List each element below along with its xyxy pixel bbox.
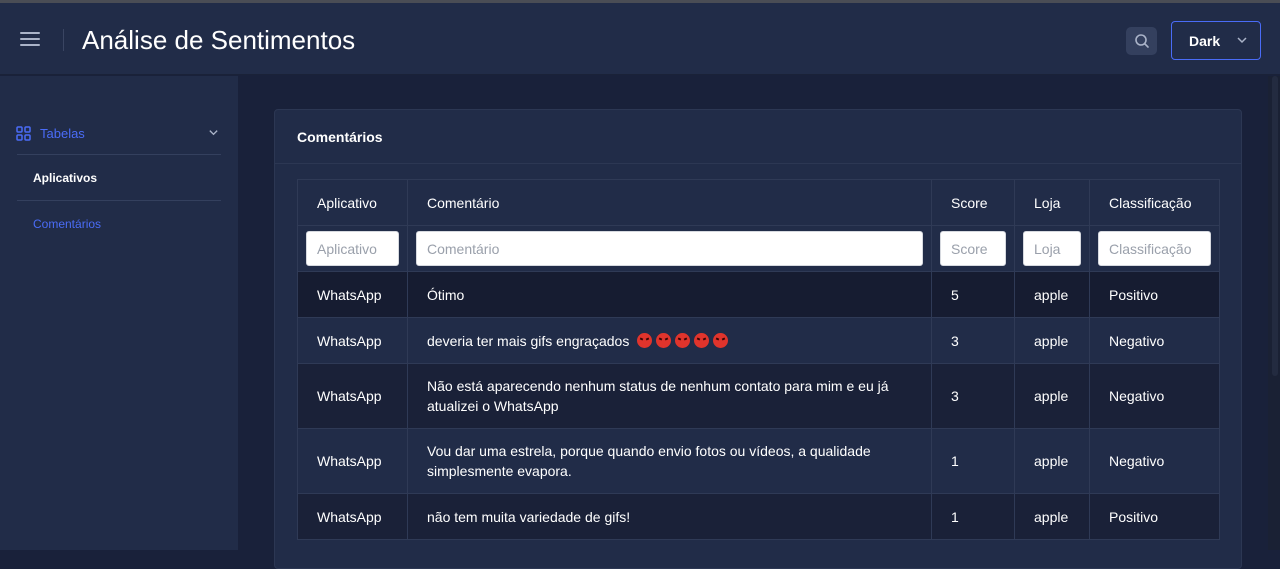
theme-select-value: Dark [1189, 32, 1221, 49]
sidebar-item-aplicativos[interactable]: Aplicativos [33, 171, 97, 185]
page-title: Análise de Sentimentos [82, 25, 356, 55]
cell-class: Negativo [1089, 363, 1220, 429]
table-header-row: Aplicativo Comentário Score Loja Classif… [297, 179, 1220, 226]
chevron-down-icon [1237, 37, 1247, 44]
cell-comment: deveria ter mais gifs engraçados [407, 317, 932, 364]
search-icon [1134, 34, 1149, 48]
cell-class: Positivo [1089, 493, 1220, 540]
angry-face-emoji [675, 332, 691, 348]
column-header-comentario[interactable]: Comentário [407, 179, 932, 226]
angry-face-emoji [656, 332, 672, 348]
cell-comment: Vou dar uma estrela, porque quando envio… [407, 428, 932, 494]
theme-select[interactable]: Dark [1171, 21, 1261, 60]
column-header-loja[interactable]: Loja [1014, 179, 1090, 226]
cell-app: WhatsApp [297, 493, 408, 540]
hamburger-icon[interactable] [20, 32, 42, 48]
cell-app: WhatsApp [297, 271, 408, 318]
angry-face-emoji [694, 332, 710, 348]
card-divider [275, 163, 1241, 164]
filter-comentario-input[interactable] [416, 231, 923, 266]
cell-class: Negativo [1089, 428, 1220, 494]
cell-comment: Ótimo [407, 271, 932, 318]
angry-face-emoji [713, 332, 729, 348]
cell-store: apple [1014, 271, 1090, 318]
cell-comment: Não está aparecendo nenhum status de nen… [407, 363, 932, 429]
cell-class: Negativo [1089, 317, 1220, 364]
cell-app: WhatsApp [297, 428, 408, 494]
sidebar: Tabelas Aplicativos Comentários [0, 76, 238, 550]
comments-card: Comentários Aplicativo Comentário Score … [274, 109, 1242, 569]
grid-icon [16, 125, 31, 141]
column-header-aplicativo[interactable]: Aplicativo [297, 179, 408, 226]
card-title: Comentários [297, 129, 383, 145]
search-button[interactable] [1126, 27, 1157, 55]
cell-store: apple [1014, 493, 1090, 540]
filter-classificacao-input[interactable] [1098, 231, 1211, 266]
cell-score: 3 [931, 317, 1015, 364]
cell-score: 5 [931, 271, 1015, 318]
cell-store: apple [1014, 363, 1090, 429]
cell-app: WhatsApp [297, 317, 408, 364]
chevron-down-icon [209, 130, 218, 136]
table-row[interactable]: WhatsApp deveria ter mais gifs engraçado… [297, 317, 1220, 364]
filter-score-input[interactable] [940, 231, 1006, 266]
app-header: Análise de Sentimentos Dark [0, 3, 1280, 75]
table-row[interactable]: WhatsApp não tem muita variedade de gifs… [297, 493, 1220, 540]
column-header-classificacao[interactable]: Classificação [1089, 179, 1220, 226]
cell-comment: não tem muita variedade de gifs! [407, 493, 932, 540]
sidebar-group-label: Tabelas [40, 125, 85, 141]
cell-score: 3 [931, 363, 1015, 429]
sidebar-divider [17, 154, 221, 155]
sidebar-divider [17, 200, 221, 201]
table-row[interactable]: WhatsApp Não está aparecendo nenhum stat… [297, 363, 1220, 429]
comment-text: deveria ter mais gifs engraçados [427, 332, 630, 349]
table-row[interactable]: WhatsApp Vou dar uma estrela, porque qua… [297, 428, 1220, 494]
sidebar-group-tabelas[interactable]: Tabelas [16, 123, 221, 143]
cell-app: WhatsApp [297, 363, 408, 429]
cell-class: Positivo [1089, 271, 1220, 318]
sidebar-item-comentarios[interactable]: Comentários [33, 217, 101, 231]
cell-store: apple [1014, 317, 1090, 364]
table-row[interactable]: WhatsApp Ótimo 5 apple Positivo [297, 271, 1220, 318]
filter-loja-input[interactable] [1023, 231, 1081, 266]
header-divider [63, 29, 64, 51]
cell-score: 1 [931, 428, 1015, 494]
scrollbar-thumb[interactable] [1272, 76, 1278, 376]
column-header-score[interactable]: Score [931, 179, 1015, 226]
table-filter-row [297, 225, 1220, 272]
comments-table: Aplicativo Comentário Score Loja Classif… [297, 179, 1220, 540]
angry-face-emoji [637, 332, 653, 348]
cell-store: apple [1014, 428, 1090, 494]
cell-score: 1 [931, 493, 1015, 540]
filter-aplicativo-input[interactable] [306, 231, 399, 266]
